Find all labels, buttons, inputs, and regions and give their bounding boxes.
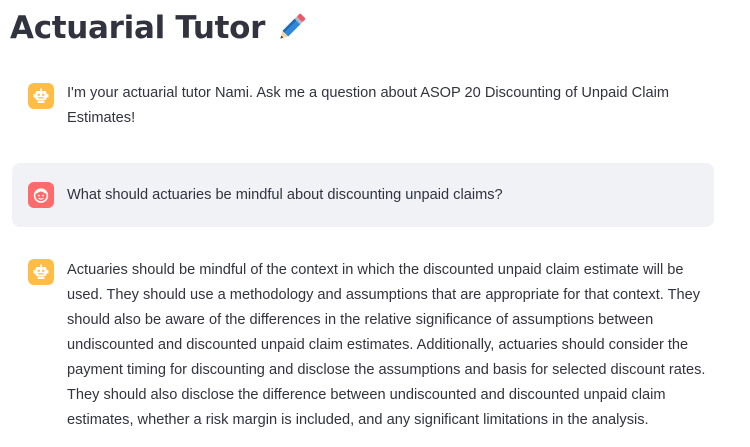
message-text: What should actuaries be mindful about d… — [67, 187, 503, 203]
robot-icon — [28, 83, 54, 109]
chat-message-user: What should actuaries be mindful about d… — [12, 163, 714, 227]
message-text: I'm your actuarial tutor Nami. Ask me a … — [67, 85, 669, 126]
user-face-icon — [28, 182, 54, 208]
page-title: Actuarial Tutor — [10, 10, 266, 46]
chat-message-assistant: I'm your actuarial tutor Nami. Ask me a … — [12, 74, 714, 140]
chat-message-assistant: Actuaries should be mindful of the conte… — [12, 250, 714, 447]
message-text: Actuaries should be mindful of the conte… — [67, 262, 706, 428]
pencil-icon — [280, 13, 306, 39]
page-header: Actuarial Tutor — [10, 6, 309, 50]
robot-icon — [28, 259, 54, 285]
